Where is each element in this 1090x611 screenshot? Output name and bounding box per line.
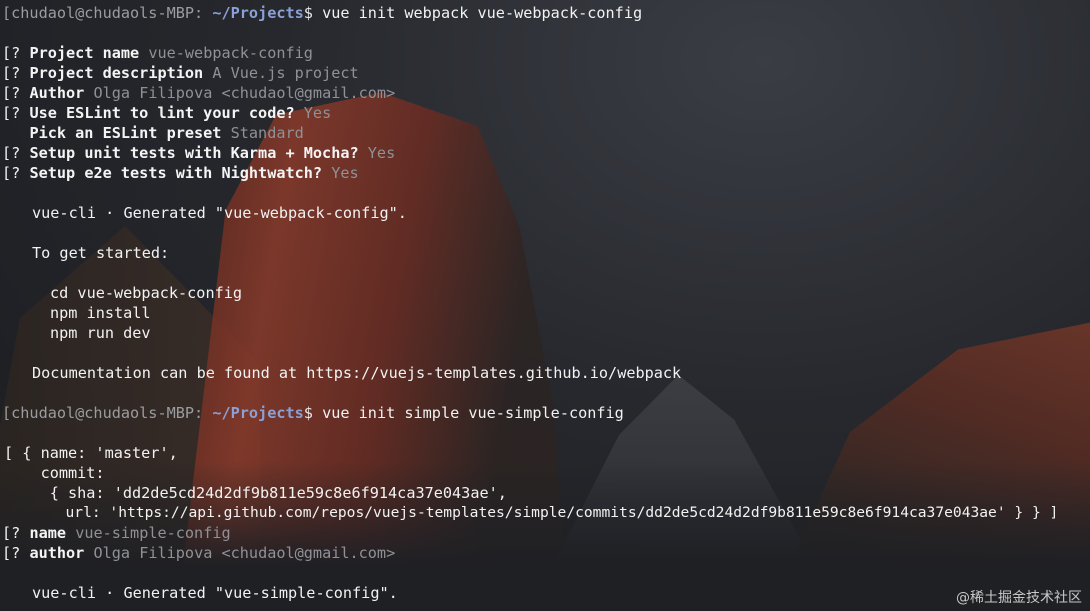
question-prefix: [?: [2, 164, 21, 182]
shell-prompt: [chudaol@chudaols-MBP: ~/Projects$ vue i…: [2, 3, 642, 23]
output-line: { sha: 'dd2de5cd24d2df9b811e59c8e6f914ca…: [4, 484, 507, 502]
generated-text: Generated "vue-webpack-config".: [123, 204, 407, 222]
question-prefix: [?: [2, 104, 21, 122]
question-answer: Yes: [303, 104, 332, 122]
question-answer: Standard: [230, 124, 304, 142]
step-command: npm run dev: [50, 324, 151, 342]
step-command: cd vue-webpack-config: [50, 284, 243, 302]
question-answer: vue-simple-config: [75, 524, 231, 542]
question-answer: A Vue.js project: [212, 64, 359, 82]
get-started-heading: To get started:: [32, 244, 170, 262]
question-prefix: [?: [2, 84, 21, 102]
prompt-command: vue init simple vue-simple-config: [322, 404, 624, 422]
output-line: url: 'https://api.github.com/repos/vuejs…: [4, 504, 1059, 521]
question-answer: vue-webpack-config: [148, 44, 313, 62]
prompt-path: ~/Projects: [212, 4, 304, 22]
prompt-path: ~/Projects: [212, 404, 304, 422]
prompt-command: vue init webpack vue-webpack-config: [322, 4, 643, 22]
question-line: [? Use ESLint to lint your code? Yes: [2, 103, 331, 123]
generated-text: Generated "vue-simple-config".: [123, 584, 398, 602]
question-line: [? Author Olga Filipova <chudaol@gmail.c…: [2, 83, 395, 103]
question-text: Pick an ESLint preset: [29, 124, 222, 142]
output-line: [ { name: 'master',: [4, 444, 178, 462]
question-line: [? Project description A Vue.js project: [2, 63, 359, 83]
docs-message: Documentation can be found at https://vu…: [32, 364, 682, 382]
generated-message: vue-cli · Generated "vue-webpack-config"…: [32, 203, 407, 223]
question-line: [? Project name vue-webpack-config: [2, 43, 313, 63]
watermark: @稀土掘金技术社区: [956, 590, 1082, 606]
question-prefix: [?: [2, 44, 21, 62]
question-line: [? name vue-simple-config: [2, 523, 231, 543]
question-answer: Yes: [331, 164, 359, 182]
cli-prefix: vue-cli ·: [32, 204, 124, 222]
question-prefix: [?: [2, 544, 21, 562]
question-answer: Yes: [367, 144, 396, 162]
question-prefix: [?: [2, 64, 21, 82]
generated-message: vue-cli · Generated "vue-simple-config".: [32, 583, 398, 603]
question-prefix: [?: [2, 524, 21, 542]
question-text: Project description: [29, 64, 204, 82]
prompt-host: [chudaol@chudaols-MBP:: [2, 404, 204, 422]
question-line: [? Setup e2e tests with Nightwatch? Yes: [2, 163, 359, 183]
question-text: Project name: [29, 44, 140, 62]
question-prefix: [?: [2, 144, 21, 162]
prompt-dollar: $: [303, 404, 313, 422]
question-answer: Olga Filipova <chudaol@gmail.com>: [93, 544, 396, 562]
shell-prompt: [chudaol@chudaols-MBP: ~/Projects$ vue i…: [2, 403, 624, 423]
question-line: Pick an ESLint preset Standard: [2, 123, 304, 143]
prompt-dollar: $: [303, 4, 313, 22]
prompt-host: [chudaol@chudaols-MBP:: [2, 4, 204, 22]
question-line: [? author Olga Filipova <chudaol@gmail.c…: [2, 543, 395, 563]
question-text: name: [29, 524, 67, 542]
question-text: Use ESLint to lint your code?: [29, 104, 295, 122]
question-text: Setup unit tests with Karma + Mocha?: [29, 144, 359, 162]
step-command: npm install: [50, 304, 151, 322]
terminal-output[interactable]: [chudaol@chudaols-MBP: ~/Projects$ vue i…: [0, 0, 1090, 611]
question-line: [? Setup unit tests with Karma + Mocha? …: [2, 143, 395, 163]
question-text: Author: [29, 84, 85, 102]
output-line: commit:: [4, 464, 105, 482]
cli-prefix: vue-cli ·: [32, 584, 124, 602]
question-answer: Olga Filipova <chudaol@gmail.com>: [93, 84, 396, 102]
question-text: Setup e2e tests with Nightwatch?: [29, 164, 323, 182]
question-text: author: [29, 544, 85, 562]
